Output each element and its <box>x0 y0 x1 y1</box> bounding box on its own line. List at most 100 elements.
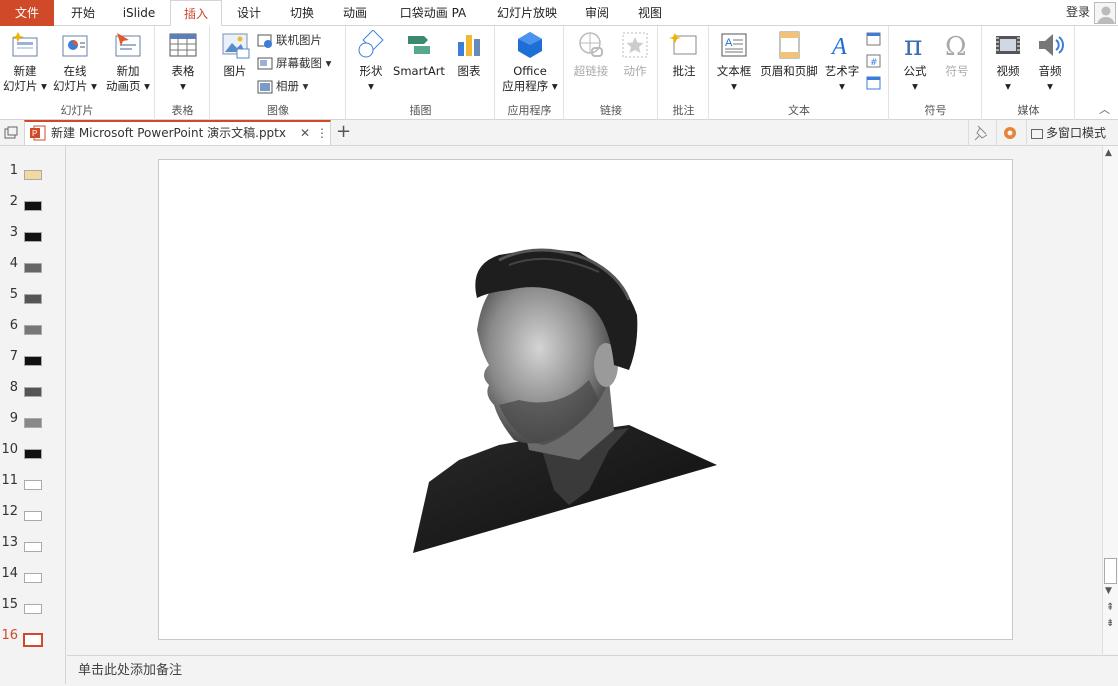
slide-thumbnail-preview[interactable] <box>24 170 42 180</box>
smartart-button[interactable]: SmartArt <box>391 30 447 79</box>
online-picture-button[interactable]: 联机图片 <box>257 30 322 50</box>
slide-thumbnail[interactable]: 15 <box>0 589 66 620</box>
slide-thumbnail-preview[interactable] <box>24 232 42 242</box>
scroll-down-icon[interactable]: ▼ <box>1105 586 1112 596</box>
action-button[interactable]: 动作 <box>615 30 655 79</box>
slide-thumbnail[interactable]: 1 <box>0 155 66 186</box>
equation-button[interactable]: π 公式 ▾ <box>894 29 936 94</box>
chart-icon <box>454 30 484 60</box>
header-footer-button[interactable]: 页眉和页脚 <box>756 30 822 79</box>
tab-islide[interactable]: iSlide <box>113 0 165 26</box>
collapse-ribbon-icon[interactable]: ︿ <box>1099 101 1110 117</box>
slide-thumbnail[interactable]: 8 <box>0 372 66 403</box>
comment-label: 批注 <box>672 64 696 78</box>
group-comments: 批注 批注 <box>659 26 709 120</box>
slide-thumbnail[interactable]: 6 <box>0 310 66 341</box>
login-link[interactable]: 登录 <box>1066 0 1090 24</box>
slide-thumbnail[interactable]: 2 <box>0 186 66 217</box>
tab-more-icon[interactable]: ⋮ <box>316 122 328 144</box>
multi-window-mode-button[interactable]: 多窗口模式 <box>1026 120 1106 146</box>
comment-button[interactable]: 批注 <box>663 30 705 79</box>
notes-pane[interactable]: 单击此处添加备注 <box>67 655 1118 684</box>
slide-thumbnail-preview[interactable] <box>24 294 42 304</box>
slide-thumbnail-preview[interactable] <box>24 604 42 614</box>
video-button[interactable]: 视频 ▾ <box>987 30 1029 94</box>
slide-number: 7 <box>9 349 18 364</box>
slide-thumbnail-preview[interactable] <box>24 573 42 583</box>
slide-thumbnail[interactable]: 3 <box>0 217 66 248</box>
shapes-button[interactable]: 形状 ▾ <box>351 29 391 94</box>
slide-thumbnail[interactable]: 9 <box>0 403 66 434</box>
shapes-label: 形状 <box>359 64 383 78</box>
audio-label: 音频 <box>1038 64 1062 78</box>
picture-button[interactable]: 图片 <box>215 30 255 79</box>
slide-thumbnail[interactable]: 7 <box>0 341 66 372</box>
comment-icon <box>669 30 699 60</box>
slide-thumbnail-preview[interactable] <box>23 633 43 647</box>
slide-thumbnail[interactable]: 11 <box>0 465 66 496</box>
group-images: 图片 联机图片 屏幕截图 ▾ 相册 ▾ 图像 <box>211 26 346 120</box>
video-label: 视频 <box>996 64 1020 78</box>
slide-thumbnail[interactable]: 16 <box>0 620 66 651</box>
audio-button[interactable]: 音频 ▾ <box>1029 30 1071 94</box>
tab-file[interactable]: 文件 <box>0 0 54 26</box>
slide-thumbnail[interactable]: 14 <box>0 558 66 589</box>
picture-label: 图片 <box>223 64 247 78</box>
tab-view[interactable]: 视图 <box>626 0 674 26</box>
slide-thumbnail-preview[interactable] <box>24 542 42 552</box>
slide-number: 12 <box>1 504 18 519</box>
table-icon <box>168 30 198 60</box>
slide-thumbnail-preview[interactable] <box>24 387 42 397</box>
close-tab-icon[interactable]: ✕ <box>300 122 310 144</box>
scroll-up-icon[interactable]: ▲ <box>1105 148 1112 158</box>
tab-home[interactable]: 开始 <box>58 0 108 26</box>
slide-thumbnail[interactable]: 4 <box>0 248 66 279</box>
chart-button[interactable]: 图表 <box>449 30 489 79</box>
slide-thumbnail-preview[interactable] <box>24 418 42 428</box>
tab-insert[interactable]: 插入 <box>170 0 222 27</box>
hyperlink-button[interactable]: 超链接 <box>569 30 613 79</box>
online-picture-icon <box>257 33 273 49</box>
next-slide-icon[interactable]: ⇟ <box>1106 618 1114 629</box>
album-button[interactable]: 相册 ▾ <box>257 76 308 96</box>
screenshot-icon <box>257 56 273 72</box>
slide-thumbnail-preview[interactable] <box>24 511 42 521</box>
previous-slide-icon[interactable]: ⇞ <box>1106 602 1114 613</box>
slide-thumbnail-preview[interactable] <box>24 356 42 366</box>
tab-pocket-animation[interactable]: 口袋动画 PA <box>390 0 476 26</box>
table-button[interactable]: 表格 ▾ <box>160 30 206 94</box>
current-slide[interactable] <box>158 159 1013 640</box>
tab-review[interactable]: 审阅 <box>574 0 620 26</box>
screenshot-button[interactable]: 屏幕截图 ▾ <box>257 53 331 73</box>
tab-slideshow[interactable]: 幻灯片放映 <box>488 0 566 26</box>
new-tab-plus-icon[interactable]: + <box>336 121 351 142</box>
slide-thumbnail-preview[interactable] <box>24 480 42 490</box>
portrait-image[interactable] <box>159 160 1014 641</box>
wordart-button[interactable]: A 艺术字 ▾ <box>822 30 862 94</box>
office-apps-button[interactable]: Office 应用程序 ▾ <box>498 30 562 94</box>
slide-thumbnail[interactable]: 5 <box>0 279 66 310</box>
slide-thumbnail-preview[interactable] <box>24 263 42 273</box>
symbol-button[interactable]: Ω 符号 <box>936 30 978 79</box>
gear-icon[interactable] <box>996 120 1022 146</box>
online-slide-button[interactable]: 在线 幻灯片 ▾ <box>50 30 100 94</box>
pin-icon[interactable] <box>968 120 994 146</box>
tab-transitions[interactable]: 切换 <box>277 0 327 26</box>
slide-thumbnail[interactable]: 12 <box>0 496 66 527</box>
slide-thumbnail[interactable]: 10 <box>0 434 66 465</box>
new-animation-page-button[interactable]: 新加 动画页 ▾ <box>102 30 154 94</box>
slide-thumbnail-preview[interactable] <box>24 201 42 211</box>
group-slides-label: 幻灯片 <box>60 104 94 117</box>
new-slide-button[interactable]: 新建 幻灯片 ▾ <box>2 30 48 94</box>
slide-thumbnail[interactable]: 13 <box>0 527 66 558</box>
tab-animations[interactable]: 动画 <box>330 0 380 26</box>
scroll-thumb[interactable] <box>1104 558 1117 584</box>
vertical-scrollbar[interactable]: ▲ ▼ ⇞ ⇟ <box>1102 146 1118 654</box>
document-tab[interactable]: P 新建 Microsoft PowerPoint 演示文稿.pptx ✕ ⋮ <box>24 120 331 146</box>
slide-thumbnail-preview[interactable] <box>24 325 42 335</box>
tab-design[interactable]: 设计 <box>224 0 274 26</box>
textbox-button[interactable]: A 文本框 ▾ <box>712 30 756 94</box>
user-avatar-icon[interactable] <box>1094 2 1116 24</box>
slide-thumbnail-preview[interactable] <box>24 449 42 459</box>
tab-list-icon[interactable] <box>3 125 19 141</box>
